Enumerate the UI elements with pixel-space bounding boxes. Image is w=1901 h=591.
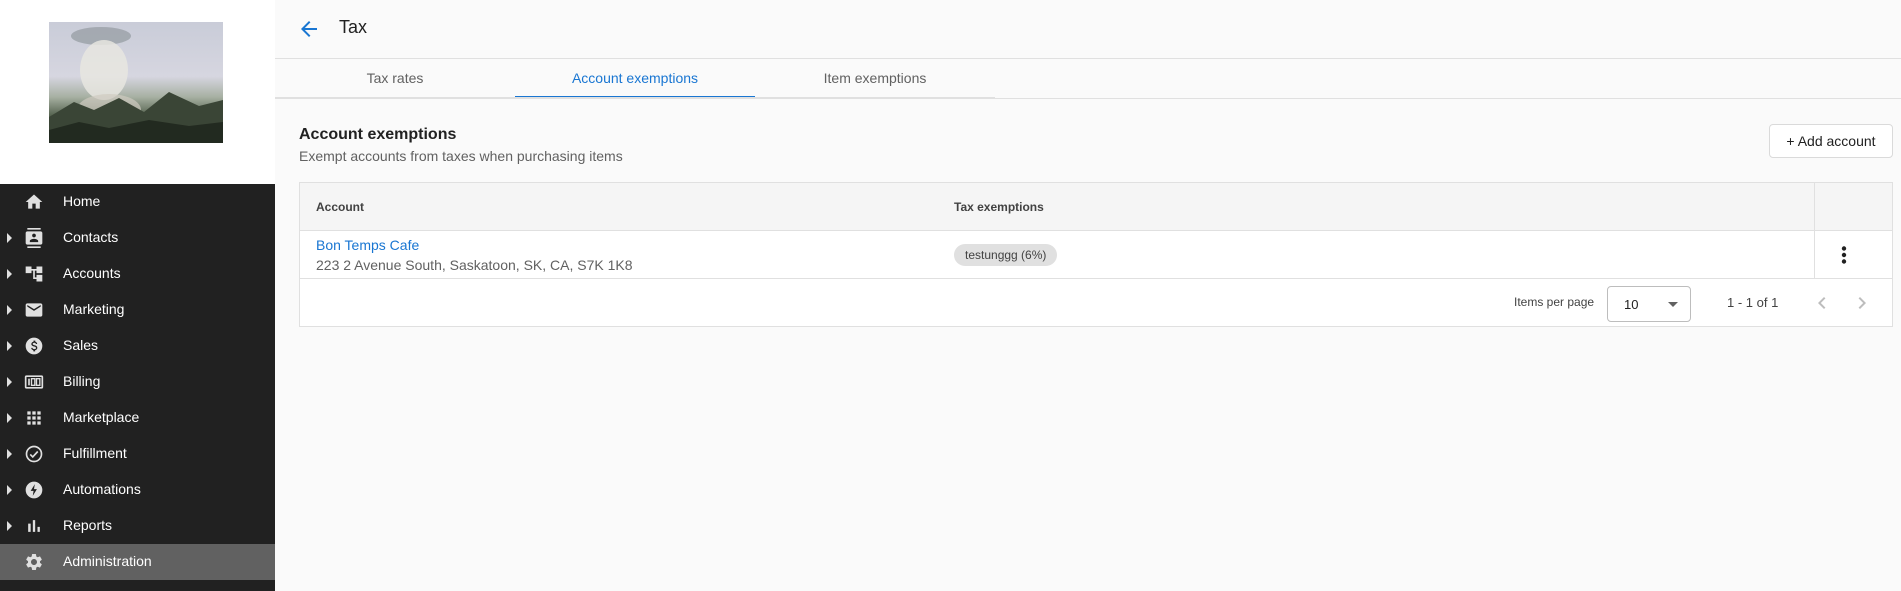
sidebar-item-reports[interactable]: Reports: [0, 508, 275, 544]
expand-caret-icon[interactable]: [7, 521, 12, 531]
expand-caret-icon[interactable]: [7, 305, 12, 315]
tab-tax-rates[interactable]: Tax rates: [275, 59, 515, 98]
company-logo: [49, 22, 223, 143]
table-paginator: Items per page 10 1 - 1 of 1: [300, 279, 1892, 327]
check-circle-icon: [24, 444, 44, 464]
sidebar-item-sales[interactable]: Sales: [0, 328, 275, 364]
expand-caret-icon[interactable]: [7, 341, 12, 351]
sidebar-item-label: Sales: [63, 337, 99, 353]
sidebar-item-home[interactable]: Home: [0, 184, 275, 220]
sidebar-item-label: Marketplace: [63, 409, 140, 425]
items-per-page-select[interactable]: 10: [1607, 286, 1691, 322]
sidebar-item-accounts[interactable]: Accounts: [0, 256, 275, 292]
section-description: Exempt accounts from taxes when purchasi…: [299, 148, 623, 164]
section-title: Account exemptions: [299, 126, 457, 143]
mail-icon: [24, 300, 44, 320]
dollar-icon: [24, 336, 44, 356]
more-vert-icon[interactable]: [1830, 241, 1858, 269]
sidebar-item-marketing[interactable]: Marketing: [0, 292, 275, 328]
tabs-border: [275, 97, 995, 98]
items-per-page-value: 10: [1624, 297, 1639, 312]
column-header-account: Account: [316, 200, 364, 214]
billing-icon: [24, 372, 44, 392]
sidebar-item-billing[interactable]: Billing: [0, 364, 275, 400]
add-account-button[interactable]: + Add account: [1769, 124, 1893, 158]
table-row: Bon Temps Cafe 223 2 Avenue South, Saska…: [300, 231, 1892, 279]
previous-page-icon[interactable]: [1810, 291, 1834, 315]
tab-account-exemptions[interactable]: Account exemptions: [515, 59, 755, 98]
bolt-icon: [24, 480, 44, 500]
sidebar-item-label: Automations: [63, 481, 141, 497]
expand-caret-icon[interactable]: [7, 269, 12, 279]
tab-item-exemptions[interactable]: Item exemptions: [755, 59, 995, 98]
column-header-tax-exemptions: Tax exemptions: [954, 200, 1044, 214]
sidebar-item-label: Home: [63, 193, 101, 209]
sidebar-item-label: Marketing: [63, 301, 125, 317]
table-header: Account Tax exemptions: [300, 183, 1892, 231]
exemption-chip: testunggg (6%): [954, 244, 1058, 266]
sidebar-item-label: Contacts: [63, 229, 119, 245]
sidebar-item-label: Administration: [63, 553, 152, 569]
sidebar-item-label: Billing: [63, 373, 101, 389]
sidebar-item-fulfillment[interactable]: Fulfillment: [0, 436, 275, 472]
tabs-divider: [275, 98, 1901, 99]
sidebar-item-label: Fulfillment: [63, 445, 127, 461]
exemptions-table: Account Tax exemptions Bon Temps Cafe 22…: [299, 182, 1893, 327]
pagination-range: 1 - 1 of 1: [1727, 295, 1779, 310]
expand-caret-icon[interactable]: [7, 377, 12, 387]
page-title: Tax: [339, 17, 368, 37]
tab-bar: Tax rates Account exemptions Item exempt…: [275, 59, 995, 98]
account-link[interactable]: Bon Temps Cafe: [316, 237, 419, 253]
accounts-icon: [24, 264, 44, 284]
sidebar-nav: Home Contacts Accounts Marketing Sales Billin…: [0, 184, 275, 580]
bar-chart-icon: [24, 516, 44, 536]
expand-caret-icon[interactable]: [7, 449, 12, 459]
sidebar-item-contacts[interactable]: Contacts: [0, 220, 275, 256]
gear-icon: [24, 552, 44, 572]
next-page-icon[interactable]: [1850, 291, 1874, 315]
items-per-page-label: Items per page: [1514, 295, 1595, 309]
expand-caret-icon[interactable]: [7, 413, 12, 423]
back-arrow-icon[interactable]: [297, 17, 321, 41]
sidebar-item-label: Accounts: [63, 265, 121, 281]
sidebar-item-automations[interactable]: Automations: [0, 472, 275, 508]
sidebar-item-administration[interactable]: Administration: [0, 544, 275, 580]
expand-caret-icon[interactable]: [7, 233, 12, 243]
expand-caret-icon[interactable]: [7, 485, 12, 495]
dropdown-arrow-icon: [1668, 302, 1678, 307]
contacts-icon: [24, 228, 44, 248]
page-header: Tax: [275, 0, 1901, 59]
logo-area: [0, 0, 275, 184]
account-address: 223 2 Avenue South, Saskatoon, SK, CA, S…: [316, 257, 633, 273]
sidebar-item-marketplace[interactable]: Marketplace: [0, 400, 275, 436]
apps-grid-icon: [24, 408, 44, 428]
sidebar-item-label: Reports: [63, 517, 113, 533]
home-icon: [24, 192, 44, 212]
sidebar: Home Contacts Accounts Marketing Sales Billin…: [0, 0, 275, 591]
